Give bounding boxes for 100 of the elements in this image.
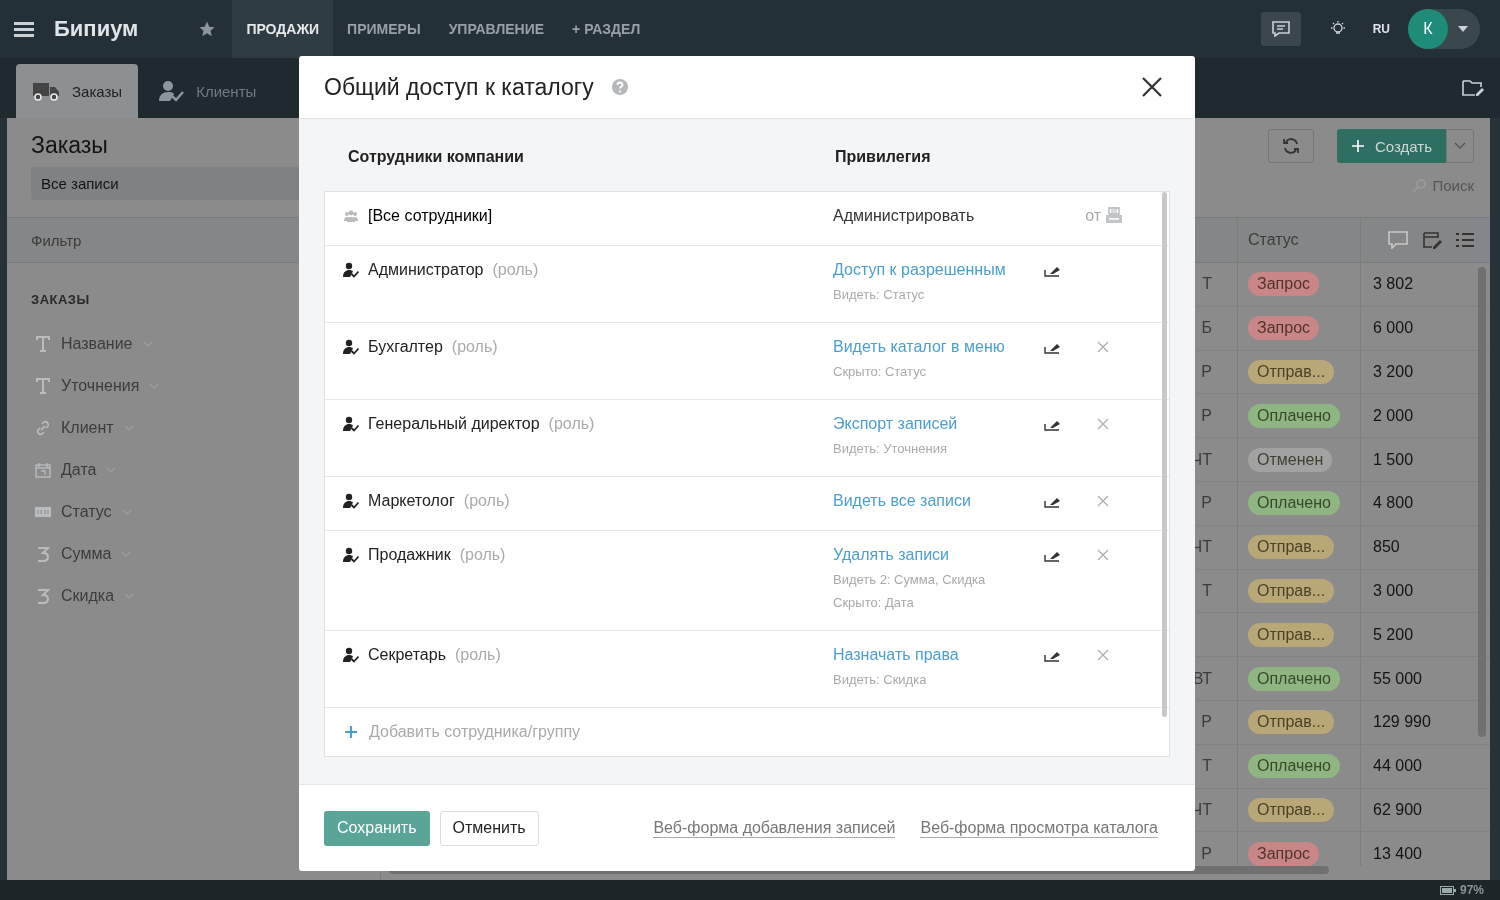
field-filter[interactable]: Клиент: [61, 419, 114, 437]
chevron-icon[interactable]: [121, 551, 132, 557]
dialog-title: Общий доступ к каталогу: [324, 73, 594, 101]
owner-label: от: [1085, 207, 1101, 225]
field-filter[interactable]: Название: [61, 335, 133, 353]
privilege-link[interactable]: Доступ к разрешенным: [833, 259, 1006, 281]
privilege-link[interactable]: Видеть каталог в меню: [833, 336, 1005, 358]
number-field-icon: [35, 546, 51, 562]
section-tab[interactable]: Заказы: [16, 64, 139, 118]
web-form-link[interactable]: Веб-форма добавления записей: [653, 818, 896, 838]
folder-edit-icon[interactable]: [1462, 79, 1484, 97]
truck-icon: [32, 81, 60, 101]
web-form-link[interactable]: Веб-форма просмотра каталога: [920, 818, 1158, 838]
privilege-text: Администрировать: [833, 206, 975, 226]
user-menu[interactable]: К: [1408, 9, 1480, 49]
status-tag: Отправ...: [1248, 797, 1335, 822]
privilege-note: Видеть: Скидка: [833, 671, 927, 689]
number-field-icon: [35, 588, 51, 604]
refresh-button[interactable]: [1268, 129, 1314, 163]
nav-tab[interactable]: ПРИМЕРЫ: [333, 0, 435, 58]
nav-tab[interactable]: УПРАВЛЕНИЕ: [434, 0, 559, 58]
text-field-icon: [35, 336, 51, 352]
table-cell: 6 000: [1373, 319, 1414, 338]
field-filter[interactable]: Сумма: [61, 545, 112, 563]
chevron-icon: [1454, 142, 1466, 150]
comment-icon[interactable]: [1388, 231, 1408, 249]
table-cell: Т: [1202, 581, 1212, 599]
privilege-note: Видеть: Уточнения: [833, 440, 947, 458]
chevron-icon[interactable]: [124, 593, 135, 599]
avatar: К: [1408, 9, 1448, 49]
role-name: Бухгалтер: [368, 338, 443, 356]
field-filter[interactable]: Статус: [61, 503, 112, 521]
table-cell: Р: [1201, 844, 1212, 862]
create-button[interactable]: Создать: [1337, 129, 1446, 163]
field-filter[interactable]: Уточнения: [61, 377, 140, 395]
dropdown-button[interactable]: [1446, 129, 1474, 163]
status-tag: Запрос: [1248, 272, 1320, 297]
privilege-note: Скрыто: Статус: [833, 363, 926, 381]
column-header[interactable]: Статус: [1237, 218, 1360, 262]
field-filter[interactable]: Скидка: [61, 587, 115, 605]
remove-button[interactable]: [1097, 418, 1109, 430]
table-cell: 62 900: [1373, 800, 1422, 819]
privilege-link[interactable]: Назначать права: [833, 644, 959, 666]
role-tag: (роль): [459, 546, 506, 564]
role-tag: (роль): [455, 646, 501, 664]
chevron-icon[interactable]: [121, 509, 132, 515]
chevron-icon[interactable]: [106, 467, 117, 473]
table-cell: 5 200: [1373, 625, 1414, 644]
user-check-icon: [158, 79, 185, 103]
table-cell: 850: [1373, 538, 1400, 557]
scrollbar[interactable]: [1478, 267, 1486, 737]
remove-button[interactable]: [1097, 549, 1109, 561]
remove-button[interactable]: [1097, 649, 1109, 661]
group-heading: ЗАКАЗЫ: [31, 292, 90, 307]
list-icon[interactable]: [1456, 232, 1474, 248]
refresh-icon: [1282, 137, 1300, 155]
privilege-link[interactable]: Экспорт записей: [833, 413, 958, 435]
plus-icon: [1351, 139, 1365, 153]
menu-icon[interactable]: [14, 21, 34, 37]
status-tag: Отправ...: [1248, 360, 1335, 384]
chevron-icon[interactable]: [142, 341, 153, 347]
role-name: Маркетолог: [368, 492, 455, 510]
remove-button[interactable]: [1097, 341, 1109, 353]
remove-button[interactable]: [1097, 495, 1109, 507]
role-name: Продажник: [368, 546, 451, 564]
role-name: Секретарь: [368, 646, 446, 664]
table-cell: Р: [1201, 406, 1212, 424]
calendar-icon: [35, 462, 51, 478]
field-filter[interactable]: Дата: [61, 461, 97, 479]
table-cell: 1 500: [1373, 450, 1414, 469]
battery-indicator: 97%: [1439, 883, 1484, 897]
add-employee-button[interactable]: Добавить сотрудника/группу: [325, 708, 1169, 756]
privilege-link[interactable]: Видеть все записи: [833, 490, 971, 512]
role-tag: (роль): [548, 415, 595, 433]
chat-button[interactable]: [1260, 12, 1301, 46]
save-button[interactable]: Сохранить: [324, 810, 430, 846]
nav-tab[interactable]: ПРОДАЖИ: [232, 0, 334, 58]
status-tag: Отправ...: [1248, 622, 1335, 647]
language-code[interactable]: RU: [1372, 22, 1390, 36]
nav-tab[interactable]: + РАЗДЕЛ: [558, 0, 655, 58]
section-tab[interactable]: Клиенты: [142, 64, 273, 118]
close-button[interactable]: [1141, 76, 1163, 98]
table-cell: Р: [1201, 713, 1212, 731]
scrollbar[interactable]: [1162, 192, 1167, 717]
chevron-icon[interactable]: [149, 383, 160, 389]
table-cell: 3 000: [1373, 581, 1414, 600]
status-tag: Запрос: [1248, 841, 1320, 866]
help-icon[interactable]: [611, 79, 628, 95]
privilege-link[interactable]: Удалять записи: [833, 544, 950, 566]
table-cell: Б: [1201, 319, 1212, 337]
star-icon[interactable]: [198, 20, 217, 38]
table-cell: 129 990: [1373, 713, 1431, 732]
table-cell: 55 000: [1373, 669, 1422, 688]
status-tag: Оплачено: [1248, 754, 1340, 779]
text-field-icon: [35, 378, 51, 394]
cancel-button[interactable]: Отменить: [439, 810, 539, 846]
brand-name[interactable]: Бипиум: [54, 16, 139, 42]
user-check-icon: [343, 262, 359, 278]
column-header: Привилегия: [835, 148, 932, 166]
chevron-icon[interactable]: [123, 425, 134, 431]
